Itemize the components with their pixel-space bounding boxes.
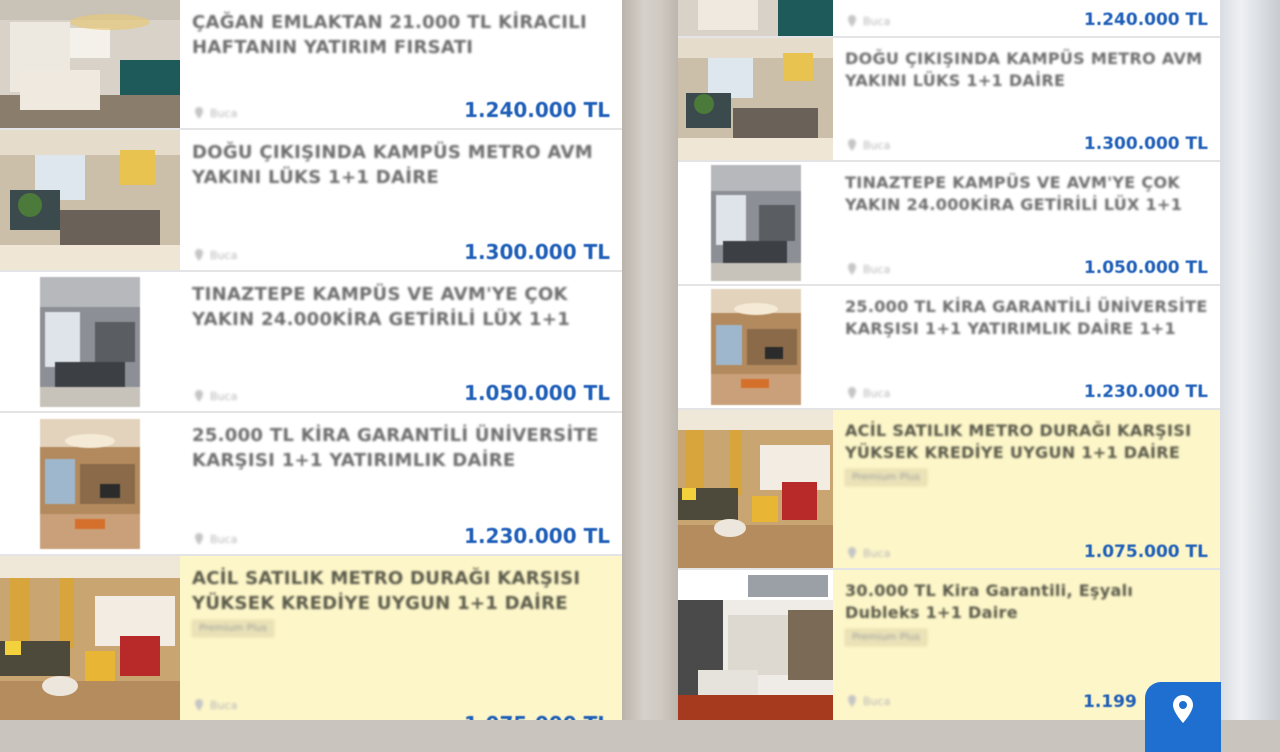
listing-price: 1.050.000 TL <box>1083 258 1208 278</box>
location-pin-icon <box>848 263 856 275</box>
listing-info: 25.000 TL KİRA GARANTİLİ ÜNİVERSİTE KARŞ… <box>833 286 1220 408</box>
listing-info: ACİL SATILIK METRO DURAĞI KARŞISI YÜKSEK… <box>180 556 622 720</box>
listing-photo[interactable] <box>678 38 833 160</box>
listing-item[interactable]: 25.000 TL KİRA GARANTİLİ ÜNİVERSİTE KARŞ… <box>0 413 622 556</box>
location-pin-icon <box>195 107 203 119</box>
listing-location: Buca <box>845 14 890 28</box>
listing-item-featured[interactable]: ACİL SATILIK METRO DURAĞI KARŞISI YÜKSEK… <box>678 410 1220 570</box>
listing-title[interactable]: ACİL SATILIK METRO DURAĞI KARŞISI YÜKSEK… <box>845 420 1208 465</box>
listing-location-text: Buca <box>863 14 891 28</box>
listing-title[interactable]: DOĞU ÇIKIŞINDA KAMPÜS METRO AVM YAKINI L… <box>192 140 610 190</box>
listing-location-text: Buca <box>210 389 238 403</box>
listing-location-text: Buca <box>863 138 891 152</box>
listing-item[interactable]: TINAZTEPE KAMPÜS VE AVM'YE ÇOK YAKIN 24.… <box>678 162 1220 286</box>
location-pin-icon <box>195 699 203 711</box>
listing-price: 1.075.000 TL <box>464 712 610 720</box>
listing-location: Buca <box>845 546 890 560</box>
listing-info: DOĞU ÇIKIŞINDA KAMPÜS METRO AVM YAKINI L… <box>180 130 622 270</box>
listing-info: ACİL SATILIK METRO DURAĞI KARŞISI YÜKSEK… <box>833 410 1220 568</box>
map-view-button[interactable] <box>1145 682 1221 752</box>
listing-info: TINAZTEPE KAMPÜS VE AVM'YE ÇOK YAKIN 24.… <box>180 272 622 411</box>
listing-column-left: ÇAĞAN EMLAKTAN 21.000 TL KİRACILI HAFTAN… <box>0 0 622 720</box>
listing-location: Buca <box>192 389 237 403</box>
listing-info: 25.000 TL KİRA GARANTİLİ ÜNİVERSİTE KARŞ… <box>180 413 622 554</box>
listing-title[interactable]: 30.000 TL Kira Garantili, Eşyalı Dubleks… <box>845 580 1208 625</box>
listing-price: 1.240.000 TL <box>1083 10 1208 30</box>
listing-location-text: Buca <box>863 262 891 276</box>
location-pin-icon <box>195 249 203 261</box>
listing-title[interactable]: TINAZTEPE KAMPÜS VE AVM'YE ÇOK YAKIN 24.… <box>192 282 610 332</box>
listing-location-text: Buca <box>210 698 238 712</box>
listing-location-text: Buca <box>210 248 238 262</box>
listing-photo[interactable] <box>0 130 180 270</box>
listing-info: TINAZTEPE KAMPÜS VE AVM'YE ÇOK YAKIN 24.… <box>833 162 1220 284</box>
listing-price: 1.199 <box>1083 692 1137 712</box>
location-pin-icon <box>848 139 856 151</box>
listing-info: Buca 1.240.000 TL <box>833 0 1220 36</box>
premium-badge: Premium Plus <box>192 620 275 638</box>
listing-location: Buca <box>845 262 890 276</box>
listing-price: 1.230.000 TL <box>464 524 610 548</box>
listing-item-featured[interactable]: 30.000 TL Kira Garantili, Eşyalı Dubleks… <box>678 570 1220 720</box>
listing-title[interactable]: 25.000 TL KİRA GARANTİLİ ÜNİVERSİTE KARŞ… <box>192 423 610 473</box>
listing-photo[interactable] <box>678 410 833 568</box>
location-pin-icon <box>848 15 856 27</box>
listing-location: Buca <box>845 694 890 708</box>
screen-edge <box>1220 0 1280 720</box>
listing-price: 1.240.000 TL <box>464 98 610 122</box>
listing-location: Buca <box>192 532 237 546</box>
listing-photo[interactable] <box>0 413 180 554</box>
listing-location-text: Buca <box>863 694 891 708</box>
listing-title[interactable]: TINAZTEPE KAMPÜS VE AVM'YE ÇOK YAKIN 24.… <box>845 172 1208 217</box>
location-pin-icon <box>848 695 856 707</box>
listing-location: Buca <box>845 138 890 152</box>
listing-item[interactable]: TINAZTEPE KAMPÜS VE AVM'YE ÇOK YAKIN 24.… <box>0 272 622 413</box>
listing-location-text: Buca <box>863 386 891 400</box>
listing-photo[interactable] <box>678 162 833 284</box>
listing-photo[interactable] <box>678 0 833 36</box>
listing-item[interactable]: 25.000 TL KİRA GARANTİLİ ÜNİVERSİTE KARŞ… <box>678 286 1220 410</box>
screen-divider <box>622 0 678 720</box>
listing-price: 1.075.000 TL <box>1083 542 1208 562</box>
listing-location: Buca <box>845 386 890 400</box>
listing-title[interactable]: ACİL SATILIK METRO DURAĞI KARŞISI YÜKSEK… <box>192 566 610 616</box>
listing-title[interactable]: DOĞU ÇIKIŞINDA KAMPÜS METRO AVM YAKINI L… <box>845 48 1208 93</box>
location-pin-icon <box>195 533 203 545</box>
listing-title[interactable]: ÇAĞAN EMLAKTAN 21.000 TL KİRACILI HAFTAN… <box>192 10 610 60</box>
listing-item[interactable]: Buca 1.240.000 TL <box>678 0 1220 38</box>
location-pin-icon <box>195 390 203 402</box>
listing-location-text: Buca <box>210 532 238 546</box>
listing-price: 1.050.000 TL <box>464 381 610 405</box>
listing-price: 1.300.000 TL <box>1083 134 1208 154</box>
listing-location: Buca <box>192 248 237 262</box>
listing-photo[interactable] <box>0 556 180 720</box>
listing-photo[interactable] <box>678 570 833 720</box>
location-pin-icon <box>848 387 856 399</box>
premium-badge: Premium Plus <box>845 468 928 486</box>
listing-photo[interactable] <box>0 272 180 411</box>
location-pin-icon <box>848 547 856 559</box>
listing-location: Buca <box>192 698 237 712</box>
listing-column-right: Buca 1.240.000 TL DOĞU ÇIKIŞINDA KAMPÜS … <box>678 0 1220 720</box>
premium-badge: Premium Plus <box>845 628 928 646</box>
listing-title[interactable]: 25.000 TL KİRA GARANTİLİ ÜNİVERSİTE KARŞ… <box>845 296 1208 341</box>
listing-item[interactable]: DOĞU ÇIKIŞINDA KAMPÜS METRO AVM YAKINI L… <box>0 130 622 272</box>
listing-info: ÇAĞAN EMLAKTAN 21.000 TL KİRACILI HAFTAN… <box>180 0 622 128</box>
listing-item[interactable]: ÇAĞAN EMLAKTAN 21.000 TL KİRACILI HAFTAN… <box>0 0 622 130</box>
listing-info: DOĞU ÇIKIŞINDA KAMPÜS METRO AVM YAKINI L… <box>833 38 1220 160</box>
listing-photo[interactable] <box>0 0 180 128</box>
listing-item-featured[interactable]: ACİL SATILIK METRO DURAĞI KARŞISI YÜKSEK… <box>0 556 622 720</box>
listing-location-text: Buca <box>210 106 238 120</box>
listing-photo[interactable] <box>678 286 833 408</box>
listing-item[interactable]: DOĞU ÇIKIŞINDA KAMPÜS METRO AVM YAKINI L… <box>678 38 1220 162</box>
listing-location-text: Buca <box>863 546 891 560</box>
listing-location: Buca <box>192 106 237 120</box>
listing-price: 1.300.000 TL <box>464 240 610 264</box>
listing-price: 1.230.000 TL <box>1083 382 1208 402</box>
